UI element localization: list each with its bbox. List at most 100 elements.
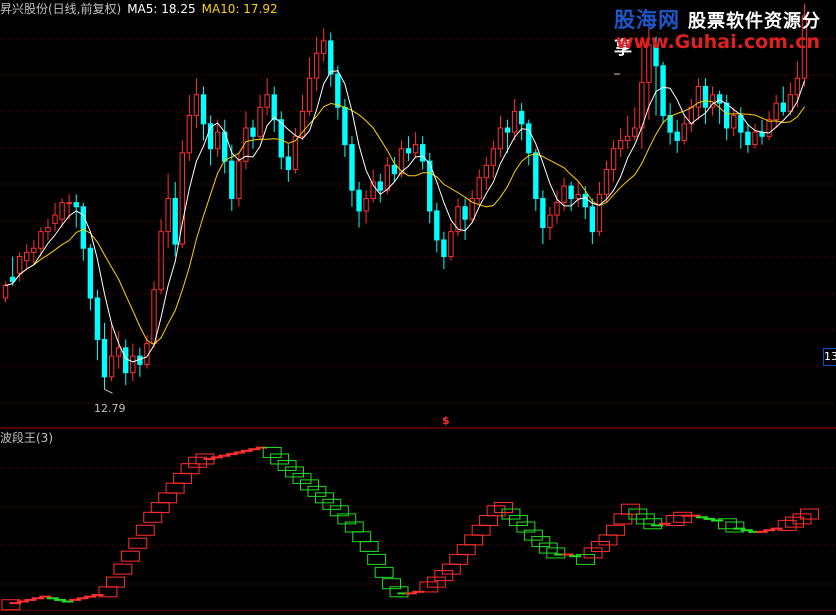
indicator-step-box [583,547,603,559]
indicator-step-box [105,576,125,588]
candle-body-up [158,231,164,291]
indicator-step-box [180,463,200,475]
candle-body-up [773,102,779,121]
candle-body-down [87,247,94,299]
candle-body-down [589,206,596,233]
candle-body-down [419,144,426,162]
ma10-legend: MA10: 17.92 [201,2,278,16]
indicator-step-box [300,479,319,491]
candle-body-up [31,247,37,253]
candle-body-down [745,131,751,146]
candle-body-up [16,256,23,274]
candle-body-up [752,131,758,146]
candle-body-up [108,355,115,378]
watermark-brand: 股海网 [614,7,680,32]
candle-body-down [229,160,235,199]
indicator-step-box [508,515,528,527]
indicator-step-box [471,524,491,536]
candle-body-up [681,123,687,141]
candle-body-up [384,164,391,191]
candle-body-down [434,210,440,241]
candle-body-down [780,102,786,112]
candle-body-up [52,214,58,224]
candle-body-down [738,115,744,133]
indicator-step-box [143,511,163,523]
candle-body-up [561,185,567,204]
indicator-step-box [464,534,484,546]
candle-body-up [497,127,504,150]
candle-body-up [511,110,518,133]
candle-body-down [377,181,383,191]
indicator-step-box [150,502,170,514]
marker-symbol: $ [442,414,450,427]
indicator-step-box [449,553,469,565]
indicator-step-box [165,482,185,494]
candle-body-down [504,127,511,133]
indicator-step-box [598,534,618,546]
candle-body-down [356,189,362,212]
candle-body-up [236,160,242,199]
indicator-step-box [456,544,476,556]
indicator-step-box [314,492,334,504]
candle-body-down [123,347,129,374]
indicator-step-box [673,511,693,523]
indicator-step-box [307,485,327,497]
candle-body-down [462,206,468,220]
candle-body-up [448,231,454,258]
candle-body-down [250,127,256,137]
candle-body-up [476,177,482,199]
candle-body-down [702,86,709,108]
candle-body-down [101,338,108,378]
candle-body-down [533,152,539,199]
candle-body-down [716,94,723,104]
candle-body-up [59,202,65,220]
candle-body-down [582,193,588,208]
indicator-title: 波段王(3) [0,431,53,445]
indicator-step-box [606,524,625,536]
candle-body-down [405,148,412,154]
candle-body-up [115,347,122,357]
candle-body-down [172,197,178,245]
candle-body-down [349,144,355,191]
candle-body-down [328,40,334,75]
candle-body-down [278,119,284,158]
candle-body-up [313,52,320,79]
candle-body-down [285,156,292,170]
indicator-step-box [120,550,140,562]
candle-body-up [575,193,581,199]
indicator-step-box [441,563,461,575]
candle-body-up [306,77,313,112]
candle-body-down [526,123,532,154]
candle-body-down [200,94,207,125]
indicator-step-box [128,537,148,549]
candle-body-down [724,102,730,129]
candle-body-down [335,73,341,108]
candle-body-up [490,148,497,166]
chart-legend: 昇兴股份(日线,前复权) MA5: 18.25 MA10: 17.92 [0,0,284,16]
stock-title: 昇兴股份(日线,前复权) [0,2,122,16]
candle-body-up [554,202,560,216]
candle-body-down [441,239,447,258]
candle-body-up [596,193,603,233]
candle-body-up [603,168,610,195]
candle-body-up [412,144,419,154]
candle-body-up [766,119,772,137]
indicator-step-box [173,472,193,484]
candle-body-up [66,202,72,205]
candle-body-down [391,164,398,175]
indicator-step-box [591,540,610,552]
low-price-annotation: 12.79 [94,402,126,415]
ma5-legend: MA5: 18.25 [127,2,196,16]
candle-body-down [674,131,680,141]
candle-body-up [547,214,553,229]
indicator-step-box [374,566,394,578]
candle-body-down [540,197,546,229]
candle-body-down [568,185,574,199]
candle-body-up [610,148,617,170]
candle-body-up [794,77,801,96]
indicator-step-box [262,446,282,458]
candle-body-up [151,289,157,345]
candle-body-up [617,139,624,150]
low-pointer [104,388,113,394]
candle-body-up [2,285,9,299]
